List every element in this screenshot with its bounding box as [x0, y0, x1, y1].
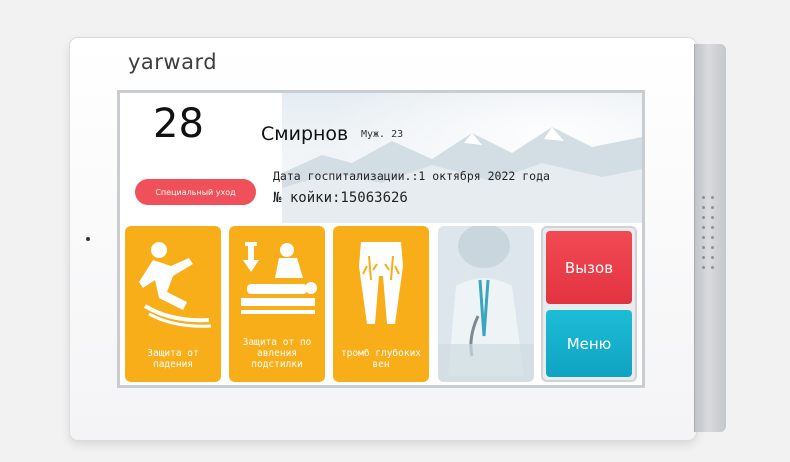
patient-name: Смирнов [261, 123, 349, 145]
tile-label: Защита от по авления подстилки [242, 337, 312, 370]
doctor-photo-image [438, 226, 534, 382]
bed-number: 28 [153, 101, 204, 147]
touch-screen: 28 Смирнов Муж. 23 Дата госпитализации.:… [117, 90, 645, 388]
tile-label: Защита от падения [147, 348, 199, 370]
tile-pressure-ulcer[interactable]: Защита от по авления подстилки [229, 226, 325, 382]
call-button[interactable]: Вызов [546, 231, 632, 304]
action-button-panel: Вызов Меню [541, 226, 637, 382]
tile-doctor-photo[interactable] [438, 226, 534, 382]
bed-id: № койки:15063626 [273, 190, 408, 206]
patient-meta: Муж. 23 [361, 129, 404, 140]
tile-label: тромб глубоких вен [340, 348, 422, 370]
sensor-dot [86, 237, 90, 241]
brand-logo: yarward [128, 50, 218, 74]
pressure-ulcer-icon [241, 242, 317, 314]
tile-fall-prevention[interactable]: Защита от падения [125, 226, 221, 382]
menu-button[interactable]: Меню [546, 310, 632, 377]
speaker-grille-icon [698, 196, 718, 272]
special-care-badge: Специальный уход [135, 179, 256, 205]
fall-icon [139, 242, 212, 328]
admission-date: Дата госпитализации.:1 октября 2022 года [273, 169, 550, 183]
tile-deep-vein-thrombosis[interactable]: тромб глубоких вен [333, 226, 429, 382]
legs-veins-icon [359, 242, 403, 324]
